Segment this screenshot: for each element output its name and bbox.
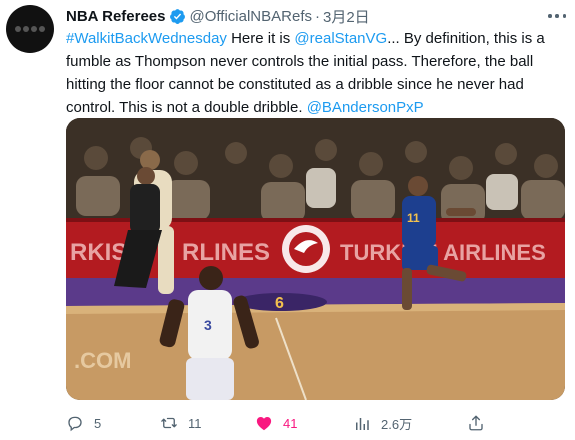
- heart-icon: [256, 417, 272, 431]
- tweet-actions: 5 11 41 2.6万: [0, 414, 575, 434]
- like-count: 41: [283, 415, 298, 431]
- hashtag-link[interactable]: #WalkitBackWednesday: [66, 30, 227, 47]
- display-name[interactable]: NBA Referees: [66, 8, 166, 25]
- views-chart-icon: [356, 417, 369, 430]
- avatar[interactable]: [6, 5, 54, 53]
- retweet-button[interactable]: 11: [160, 414, 202, 432]
- banner-mid-text: RLINES: [182, 239, 270, 266]
- share-button[interactable]: [467, 414, 495, 432]
- mention-link-banderson[interactable]: @BAndersonPxP: [307, 99, 424, 116]
- jersey-number-blue: 11: [407, 211, 420, 225]
- header-separator: ·: [314, 7, 320, 25]
- tweet-date[interactable]: 3月2日: [323, 6, 370, 27]
- court-text: .COM: [74, 348, 131, 373]
- tweet-text: #WalkitBackWednesday Here it is @realSta…: [66, 27, 546, 119]
- user-handle[interactable]: @OfficialNBARefs: [190, 8, 312, 25]
- reply-icon: [68, 416, 82, 432]
- verified-badge-icon: [169, 8, 185, 24]
- tweet-media-image[interactable]: RKISH RLINES TURKISH AIRLINES 6 .COM 11 …: [66, 118, 565, 400]
- reply-button[interactable]: 5: [66, 414, 101, 432]
- share-icon: [469, 415, 483, 431]
- jersey-number-white: 3: [204, 317, 212, 333]
- tweet-header: NBA Referees @OfficialNBARefs · 3月2日: [66, 6, 370, 26]
- views-button[interactable]: 2.6万: [353, 414, 412, 433]
- tweet-text-part1: Here it is: [226, 30, 295, 47]
- banner-right-text: TURKISH AIRLINES: [340, 240, 546, 265]
- retweet-count: 11: [188, 415, 202, 431]
- views-count: 2.6万: [381, 417, 413, 432]
- court-number: 6: [275, 295, 284, 312]
- reply-count: 5: [94, 415, 102, 431]
- like-button[interactable]: 41: [255, 414, 297, 432]
- mention-link-realstanvg[interactable]: @realStanVG: [294, 30, 387, 47]
- retweet-icon: [161, 417, 177, 429]
- more-options-icon[interactable]: [548, 7, 566, 25]
